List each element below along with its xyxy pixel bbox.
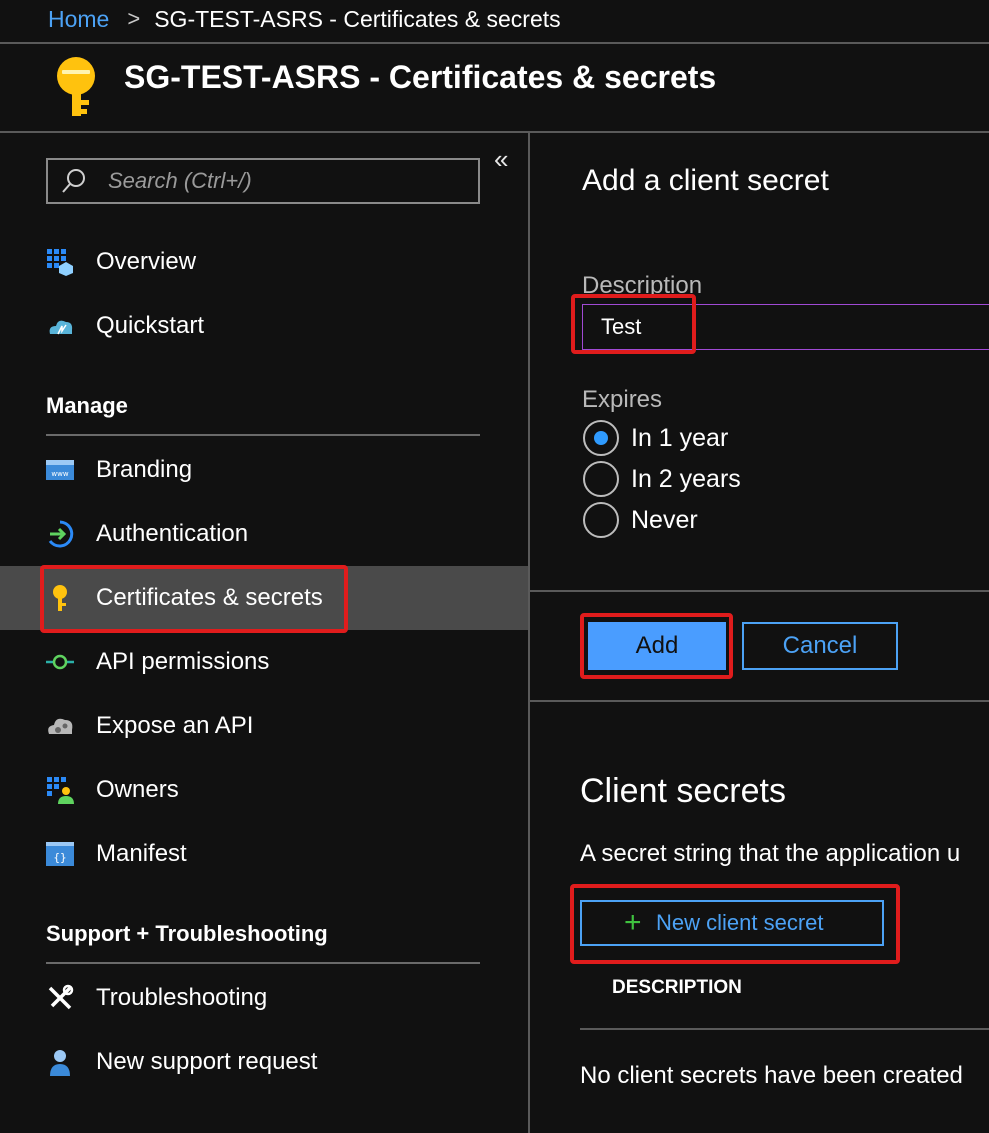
svg-text:www: www bbox=[51, 470, 68, 478]
breadcrumb-current: SG-TEST-ASRS - Certificates & secrets bbox=[154, 5, 561, 32]
sidebar-item-label: Overview bbox=[96, 248, 197, 275]
breadcrumb-separator: > bbox=[127, 6, 141, 31]
description-input[interactable] bbox=[582, 304, 989, 350]
search-input[interactable] bbox=[106, 167, 446, 195]
radio-button[interactable] bbox=[583, 502, 619, 538]
plus-icon: + bbox=[624, 906, 642, 939]
sidebar-item-owners[interactable]: Owners bbox=[0, 758, 528, 822]
overview-icon bbox=[47, 249, 73, 276]
breadcrumb-home-link[interactable]: Home bbox=[48, 6, 109, 33]
description-label: Description bbox=[582, 272, 703, 299]
radio-selected-dot bbox=[594, 431, 608, 445]
form-title: Add a client secret bbox=[582, 164, 829, 197]
client-secrets-title: Client secrets bbox=[580, 772, 786, 810]
radio-button[interactable] bbox=[583, 461, 619, 497]
breadcrumb: Home > SG-TEST-ASRS - Certificates & sec… bbox=[48, 3, 561, 35]
section-heading-support: Support + Troubleshooting bbox=[46, 921, 328, 946]
support-person-icon bbox=[50, 1050, 70, 1076]
sidebar-item-label: Certificates & secrets bbox=[96, 584, 323, 611]
sidebar-item-authentication[interactable]: Authentication bbox=[0, 502, 528, 566]
key-icon bbox=[53, 585, 67, 611]
svg-text:{}: {} bbox=[53, 851, 66, 864]
form-divider-bottom bbox=[530, 700, 989, 702]
wrench-icon bbox=[48, 984, 74, 1010]
section-divider bbox=[46, 434, 480, 436]
section-heading-manage: Manage bbox=[46, 393, 128, 418]
sidebar-item-new-support-request[interactable]: New support request bbox=[0, 1030, 528, 1094]
header-divider bbox=[0, 131, 989, 133]
sidebar-item-label: Branding bbox=[96, 456, 193, 483]
search-icon bbox=[62, 169, 85, 193]
api-permissions-icon bbox=[46, 654, 74, 670]
sidebar-item-branding[interactable]: www Branding bbox=[0, 438, 528, 502]
radio-label: Never bbox=[631, 505, 698, 534]
radio-never[interactable]: Never bbox=[583, 501, 698, 539]
sidebar-item-expose-api[interactable]: Expose an API bbox=[0, 694, 528, 758]
table-divider bbox=[580, 1028, 989, 1030]
breadcrumb-divider bbox=[0, 42, 989, 44]
key-icon bbox=[57, 57, 95, 116]
manifest-icon: {} bbox=[46, 842, 74, 866]
page-title: SG-TEST-ASRS - Certificates & secrets bbox=[124, 59, 717, 95]
add-button[interactable]: Add bbox=[588, 622, 726, 670]
radio-button-selected[interactable] bbox=[583, 420, 619, 456]
radio-in-1-year[interactable]: In 1 year bbox=[583, 419, 728, 457]
radio-label: In 1 year bbox=[631, 423, 729, 452]
sidebar-divider bbox=[528, 133, 530, 1133]
form-divider bbox=[530, 590, 989, 592]
sidebar-item-quickstart[interactable]: Quickstart bbox=[0, 294, 528, 358]
expose-api-icon bbox=[48, 718, 73, 734]
sidebar-item-label: Expose an API bbox=[96, 712, 254, 739]
sidebar-item-label: Quickstart bbox=[96, 312, 205, 339]
owners-icon bbox=[47, 777, 74, 804]
collapse-sidebar-button[interactable]: « bbox=[494, 146, 508, 172]
sidebar-item-label: Manifest bbox=[96, 840, 187, 867]
sidebar-item-label: API permissions bbox=[96, 648, 270, 675]
sidebar-item-manifest[interactable]: {} Manifest bbox=[0, 822, 528, 886]
sidebar-item-api-permissions[interactable]: API permissions bbox=[0, 630, 528, 694]
search-box[interactable] bbox=[46, 158, 480, 204]
sidebar-item-label: New support request bbox=[96, 1048, 318, 1075]
sidebar-item-label: Authentication bbox=[96, 520, 249, 547]
branding-icon: www bbox=[46, 460, 74, 480]
quickstart-icon bbox=[49, 320, 73, 335]
sidebar-item-label: Owners bbox=[96, 776, 179, 803]
radio-label: In 2 years bbox=[631, 464, 741, 493]
cancel-button[interactable]: Cancel bbox=[742, 622, 898, 670]
new-client-secret-button[interactable]: + New client secret bbox=[580, 900, 884, 946]
sidebar-item-overview[interactable]: Overview bbox=[0, 230, 528, 294]
new-client-secret-label: New client secret bbox=[656, 910, 824, 935]
radio-in-2-years[interactable]: In 2 years bbox=[583, 460, 741, 498]
authentication-icon bbox=[48, 520, 74, 548]
empty-state-message: No client secrets have been created bbox=[580, 1062, 963, 1089]
column-header-description: DESCRIPTION bbox=[612, 977, 742, 998]
client-secrets-description: A secret string that the application u bbox=[580, 840, 961, 867]
expires-label: Expires bbox=[582, 386, 663, 413]
sidebar-item-troubleshooting[interactable]: Troubleshooting bbox=[0, 966, 528, 1030]
sidebar-item-certificates-secrets[interactable]: Certificates & secrets bbox=[0, 566, 528, 630]
sidebar-item-label: Troubleshooting bbox=[96, 984, 268, 1011]
section-divider bbox=[46, 962, 480, 964]
